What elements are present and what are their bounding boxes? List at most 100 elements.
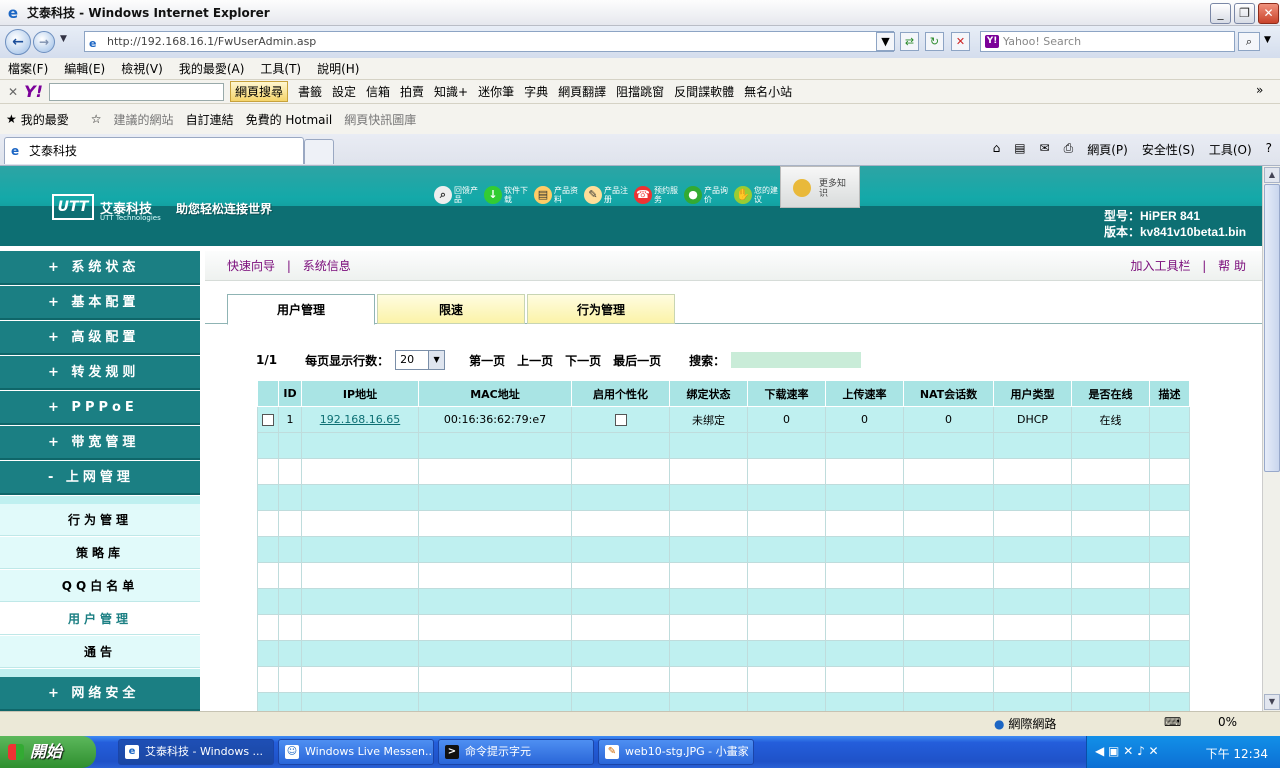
cmd-safety-menu[interactable]: 安全性(S) — [1142, 141, 1195, 158]
search-icon[interactable]: ⌕ — [1238, 32, 1260, 51]
toolbar-mail[interactable]: 信箱 — [366, 83, 390, 100]
sidebar-item-network-security[interactable]: + 网络安全 — [0, 677, 200, 711]
scroll-down-icon[interactable]: ▼ — [1264, 694, 1280, 710]
home-icon[interactable]: ⌂ — [993, 141, 1001, 158]
sidebar-sub-notice[interactable]: 通告 — [0, 636, 200, 668]
row-select-checkbox[interactable] — [262, 414, 274, 426]
print-icon[interactable]: ⎙ — [1064, 141, 1074, 158]
toolbar-settings[interactable]: 設定 — [332, 83, 356, 100]
cmd-page-menu[interactable]: 網頁(P) — [1087, 141, 1128, 158]
yahoo-search-input[interactable]: Y! Yahoo! Search — [980, 31, 1235, 52]
sidebar-sub-qq-whitelist[interactable]: QQ白名单 — [0, 570, 200, 602]
favorites-star-icon[interactable]: ★ — [6, 112, 17, 126]
last-page-link[interactable]: 最后一页 — [613, 352, 661, 369]
toolbar-knowledge[interactable]: 知識+ — [434, 83, 468, 100]
web-search-button[interactable]: 網頁搜尋 — [229, 81, 288, 102]
sidebar-sub-policy-library[interactable]: 策略库 — [0, 537, 200, 569]
top-link-inquiry[interactable]: ● 产品询价 — [684, 186, 732, 204]
sidebar-item-system-status[interactable]: + 系统状态 — [0, 251, 200, 285]
sidebar-sub-user-management[interactable]: 用户管理 — [0, 603, 200, 635]
toolbar-translate[interactable]: 網頁翻譯 — [558, 83, 606, 100]
top-link-service[interactable]: ☎ 预约服务 — [634, 186, 682, 204]
task-paint[interactable]: ✎ web10-stg.JPG - 小畫家 — [598, 739, 754, 765]
tab-user-management[interactable]: 用户管理 — [227, 294, 375, 325]
mail-icon[interactable]: ✉ — [1040, 141, 1050, 158]
compat-icon[interactable]: ⇄ — [900, 32, 919, 51]
back-button[interactable]: ← — [5, 29, 31, 55]
toolbar-antispyware[interactable]: 反間諜軟體 — [674, 83, 734, 100]
top-link-feedback[interactable]: ⌕ 回馈产品 — [434, 186, 482, 204]
first-page-link[interactable]: 第一页 — [469, 352, 505, 369]
new-tab-button[interactable] — [304, 139, 334, 164]
sidebar-item-bandwidth[interactable]: + 带宽管理 — [0, 426, 200, 460]
menu-favorites[interactable]: 我的最愛(A) — [179, 60, 245, 77]
yahoo-toolbar-input[interactable] — [48, 82, 224, 101]
toolbar-popup-blocker[interactable]: 阻擋跳窗 — [616, 83, 664, 100]
cmd-tools-menu[interactable]: 工具(O) — [1209, 141, 1252, 158]
stop-icon[interactable]: ✕ — [951, 32, 970, 51]
ip-link[interactable]: 192.168.16.65 — [320, 413, 400, 426]
favorites-button[interactable]: 我的最愛 — [21, 111, 69, 128]
minimize-button[interactable]: _ — [1210, 3, 1231, 24]
toolbar-auction[interactable]: 拍賣 — [400, 83, 424, 100]
help-link[interactable]: 帮 助 — [1218, 259, 1246, 273]
quick-wizard-link[interactable]: 快速向导 — [227, 259, 275, 273]
feeds-icon[interactable]: ▤ — [1014, 141, 1025, 158]
address-input[interactable]: e http://192.168.16.1/FwUserAdmin.asp — [84, 31, 894, 52]
tab-rate-limit[interactable]: 限速 — [377, 294, 525, 324]
history-dropdown-icon[interactable]: ▼ — [60, 34, 67, 44]
more-knowledge-button[interactable]: 更多知识 — [780, 166, 860, 208]
help-icon[interactable]: ? — [1266, 141, 1272, 158]
toolbar-more-icon[interactable]: » — [1256, 83, 1263, 97]
sidebar-sub-behavior[interactable]: 行为管理 — [0, 504, 200, 536]
task-ie[interactable]: e 艾泰科技 - Windows ... — [118, 739, 274, 765]
toolbar-wretch[interactable]: 無名小站 — [744, 83, 792, 100]
next-page-link[interactable]: 下一页 — [565, 352, 601, 369]
sidebar-item-basic-config[interactable]: + 基本配置 — [0, 286, 200, 320]
top-link-register[interactable]: ✎ 产品注册 — [584, 186, 632, 204]
search-input[interactable] — [731, 352, 862, 368]
sidebar-item-internet-management[interactable]: - 上网管理 — [0, 461, 200, 495]
rows-per-page-select[interactable]: 20 ▼ — [395, 350, 446, 370]
close-button[interactable]: ✕ — [1258, 3, 1279, 24]
sidebar-item-forwarding[interactable]: + 转发规则 — [0, 356, 200, 390]
task-messenger[interactable]: ☺ Windows Live Messen... — [278, 739, 434, 765]
menu-tools[interactable]: 工具(T) — [260, 60, 301, 77]
yahoo-logo-icon[interactable]: Y! — [24, 82, 43, 101]
scroll-thumb[interactable] — [1264, 184, 1280, 472]
tab-behavior-management[interactable]: 行为管理 — [527, 294, 675, 324]
toolbar-mini-pen[interactable]: 迷你筆 — [478, 83, 514, 100]
top-link-docs[interactable]: ▤ 产品资料 — [534, 186, 582, 204]
system-info-link[interactable]: 系统信息 — [303, 259, 351, 273]
menu-file[interactable]: 檔案(F) — [8, 60, 48, 77]
personalize-checkbox[interactable] — [614, 414, 627, 426]
fav-hotmail[interactable]: 免費的 Hotmail — [246, 111, 333, 128]
sidebar-item-pppoe[interactable]: + PPPoE — [0, 391, 200, 425]
task-cmd[interactable]: > 命令提示字元 — [438, 739, 594, 765]
menu-help[interactable]: 說明(H) — [317, 60, 359, 77]
toolbar-bookmarks[interactable]: 書籤 — [298, 83, 322, 100]
vertical-scrollbar[interactable]: ▲ ▼ — [1262, 166, 1280, 711]
sidebar-item-advanced-config[interactable]: + 高级配置 — [0, 321, 200, 355]
fav-suggested-sites[interactable]: 建議的網站 — [114, 111, 174, 128]
forward-button[interactable]: → — [33, 31, 55, 53]
maximize-button[interactable]: ❐ — [1234, 3, 1255, 24]
refresh-icon[interactable]: ↻ — [925, 32, 944, 51]
start-button[interactable]: 開始 — [0, 736, 96, 768]
top-link-download[interactable]: ↓ 软件下载 — [484, 186, 532, 204]
toolbar-close-icon[interactable]: ✕ — [8, 85, 18, 99]
address-dropdown-icon[interactable]: ▼ — [876, 32, 895, 51]
fav-web-slice-gallery[interactable]: 網頁快訊圖庫 — [344, 111, 416, 128]
add-favorite-icon[interactable]: ☆ — [91, 112, 102, 126]
fav-custom-links[interactable]: 自訂連結 — [186, 111, 234, 128]
search-options-icon[interactable]: ▼ — [1264, 35, 1271, 45]
top-link-suggest[interactable]: ✋ 您的建议 — [734, 186, 782, 204]
scroll-up-icon[interactable]: ▲ — [1264, 167, 1280, 183]
add-toolbar-link[interactable]: 加入工具栏 — [1130, 259, 1190, 273]
prev-page-link[interactable]: 上一页 — [517, 352, 553, 369]
toolbar-dictionary[interactable]: 字典 — [524, 83, 548, 100]
menu-view[interactable]: 檢視(V) — [121, 60, 163, 77]
zoom-level[interactable]: 0% — [1218, 715, 1237, 729]
browser-tab-active[interactable]: e 艾泰科技 — [4, 137, 304, 164]
menu-edit[interactable]: 編輯(E) — [64, 60, 105, 77]
